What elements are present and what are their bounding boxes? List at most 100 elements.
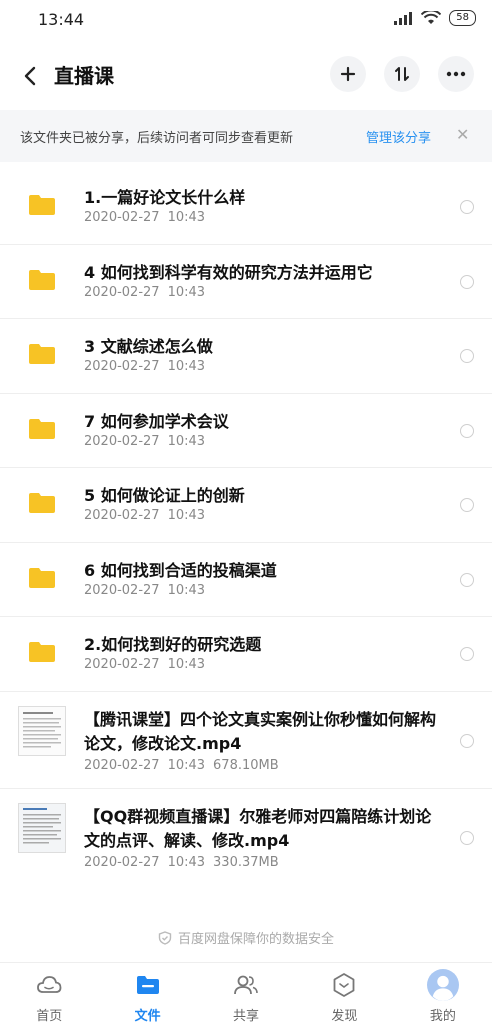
file-name: 1.一篇好论文长什么样 [84,188,246,207]
file-time: 10:43 [167,582,206,598]
video-thumbnail [18,705,66,756]
battery-indicator: 58 [449,10,476,26]
folder-icon [136,976,159,994]
more-dots-icon [446,71,466,77]
tab-label: 我的 [429,1009,456,1024]
tab-share[interactable]: 共享 [197,963,295,1024]
select-radio[interactable] [460,830,474,845]
file-time: 10:43 [167,757,206,773]
folder-icon [29,344,55,364]
document-preview-icon [19,706,65,755]
header: 直播课 [0,50,492,102]
file-meta: 2020-02-27 10:43 [84,359,213,374]
select-radio[interactable] [460,423,474,438]
file-name: 4 如何找到科学有效的研究方法并运用它 [84,262,373,282]
file-date: 2020-02-27 [84,210,160,225]
file-time: 10:43 [167,359,206,374]
select-radio[interactable] [460,200,474,214]
tab-discover[interactable]: 发现 [295,963,393,1024]
chevron-left-icon [24,66,36,86]
tab-profile[interactable]: 我的 [394,963,492,1024]
share-notice-bar: 该文件夹已被分享，后续访问者可同步查看更新 管理该分享 ✕ [0,110,492,162]
video-thumbnail [18,802,66,853]
folder-icon [29,642,55,662]
folder-icon [29,418,55,439]
file-name: 3 文献综述怎么做 [84,337,213,356]
list-item[interactable]: 5 如何做论证上的创新 2020-02-27 10:43 [0,468,492,543]
file-meta: 2020-02-27 10:43 [84,285,213,300]
folder-icon [29,269,55,290]
signal-icon [394,12,413,25]
people-icon [234,975,258,995]
manage-share-link[interactable]: 管理该分享 [366,127,431,146]
list-item[interactable]: 3 文献综述怎么做 2020-02-27 10:43 [0,319,492,394]
file-time: 10:43 [167,508,206,523]
list-item[interactable]: 【QQ群视频直播课】尔雅老师对四篇陪练计划论文的点评、解读、修改.mp4 202… [0,789,492,886]
tab-files[interactable]: 文件 [98,963,196,1024]
select-radio[interactable] [460,349,474,363]
folder-icon [29,493,55,513]
tab-label: 首页 [36,1009,63,1024]
tab-label: 共享 [233,1009,260,1024]
select-radio[interactable] [460,647,474,661]
select-radio[interactable] [460,733,474,748]
list-item[interactable]: 【腾讯课堂】四个论文真实案例让你秒懂如何解构论文，修改论文.mp4 2020-0… [0,692,492,789]
file-meta: 2020-02-27 10:43 330.37MB [84,855,287,870]
close-icon[interactable]: ✕ [456,125,469,144]
list-item[interactable]: 4 如何找到科学有效的研究方法并运用它 2020-02-27 10:43 [0,245,492,319]
select-radio[interactable] [460,572,474,587]
bottom-tab-bar: 首页 文件 共享 发现 我的 [0,962,492,1024]
folder-icon [29,195,55,215]
file-date: 2020-02-27 [84,508,160,523]
folder-icon [29,567,55,588]
file-meta: 2020-02-27 10:43 [84,434,213,449]
file-time: 10:43 [167,854,206,870]
file-name: 5 如何做论证上的创新 [84,486,245,505]
file-date: 2020-02-27 [84,657,160,672]
plus-icon [340,66,356,82]
shield-icon [158,931,172,945]
avatar-icon [426,969,459,1001]
select-radio[interactable] [460,498,474,512]
file-size: 330.37MB [213,854,279,870]
file-time: 10:43 [167,284,206,300]
file-time: 10:43 [167,657,206,672]
file-name: 2.如何找到好的研究选题 [84,635,262,654]
status-bar: 13:44 58 [0,0,492,40]
file-meta: 2020-02-27 10:43 [84,657,213,672]
file-meta: 2020-02-27 10:43 [84,508,213,523]
tab-label: 文件 [134,1009,161,1024]
safety-text: 百度网盘保障你的数据安全 [177,932,334,947]
file-size: 678.10MB [213,757,279,773]
wifi-icon [421,11,442,24]
file-time: 10:43 [167,433,206,449]
file-list: 1.一篇好论文长什么样 2020-02-27 10:43 4 如何找到科学有效的研… [0,170,492,886]
more-button[interactable] [438,56,474,92]
select-radio[interactable] [460,274,474,289]
file-date: 2020-02-27 [84,433,160,449]
status-time: 13:44 [38,10,85,29]
safety-notice: 百度网盘保障你的数据安全 [0,928,492,947]
file-name: 6 如何找到合适的投稿渠道 [84,560,277,580]
add-button[interactable] [330,56,366,92]
file-meta: 2020-02-27 10:43 [84,583,213,598]
tab-label: 发现 [331,1009,358,1024]
list-item[interactable]: 7 如何参加学术会议 2020-02-27 10:43 [0,394,492,468]
file-time: 10:43 [167,210,206,225]
sort-icon [395,67,409,81]
share-notice-text: 该文件夹已被分享，后续访问者可同步查看更新 [20,131,294,146]
list-item[interactable]: 2.如何找到好的研究选题 2020-02-27 10:43 [0,617,492,692]
cloud-icon [37,976,62,993]
sort-button[interactable] [384,56,420,92]
file-date: 2020-02-27 [84,284,160,300]
back-button[interactable] [16,62,44,90]
app-screen: 13:44 58 直播课 该文件夹已被分享，后续访问者可同步查看更新 管理该分享… [0,0,492,1024]
file-name: 【QQ群视频直播课】尔雅老师对四篇陪练计划论文的点评、解读、修改.mp4 [84,806,432,850]
tab-home[interactable]: 首页 [0,963,98,1024]
list-item[interactable]: 6 如何找到合适的投稿渠道 2020-02-27 10:43 [0,543,492,617]
file-meta: 2020-02-27 10:43 [84,210,213,225]
document-preview-icon [19,803,65,852]
file-date: 2020-02-27 [84,854,160,870]
status-icons: 58 [393,10,476,26]
list-item[interactable]: 1.一篇好论文长什么样 2020-02-27 10:43 [0,170,492,245]
